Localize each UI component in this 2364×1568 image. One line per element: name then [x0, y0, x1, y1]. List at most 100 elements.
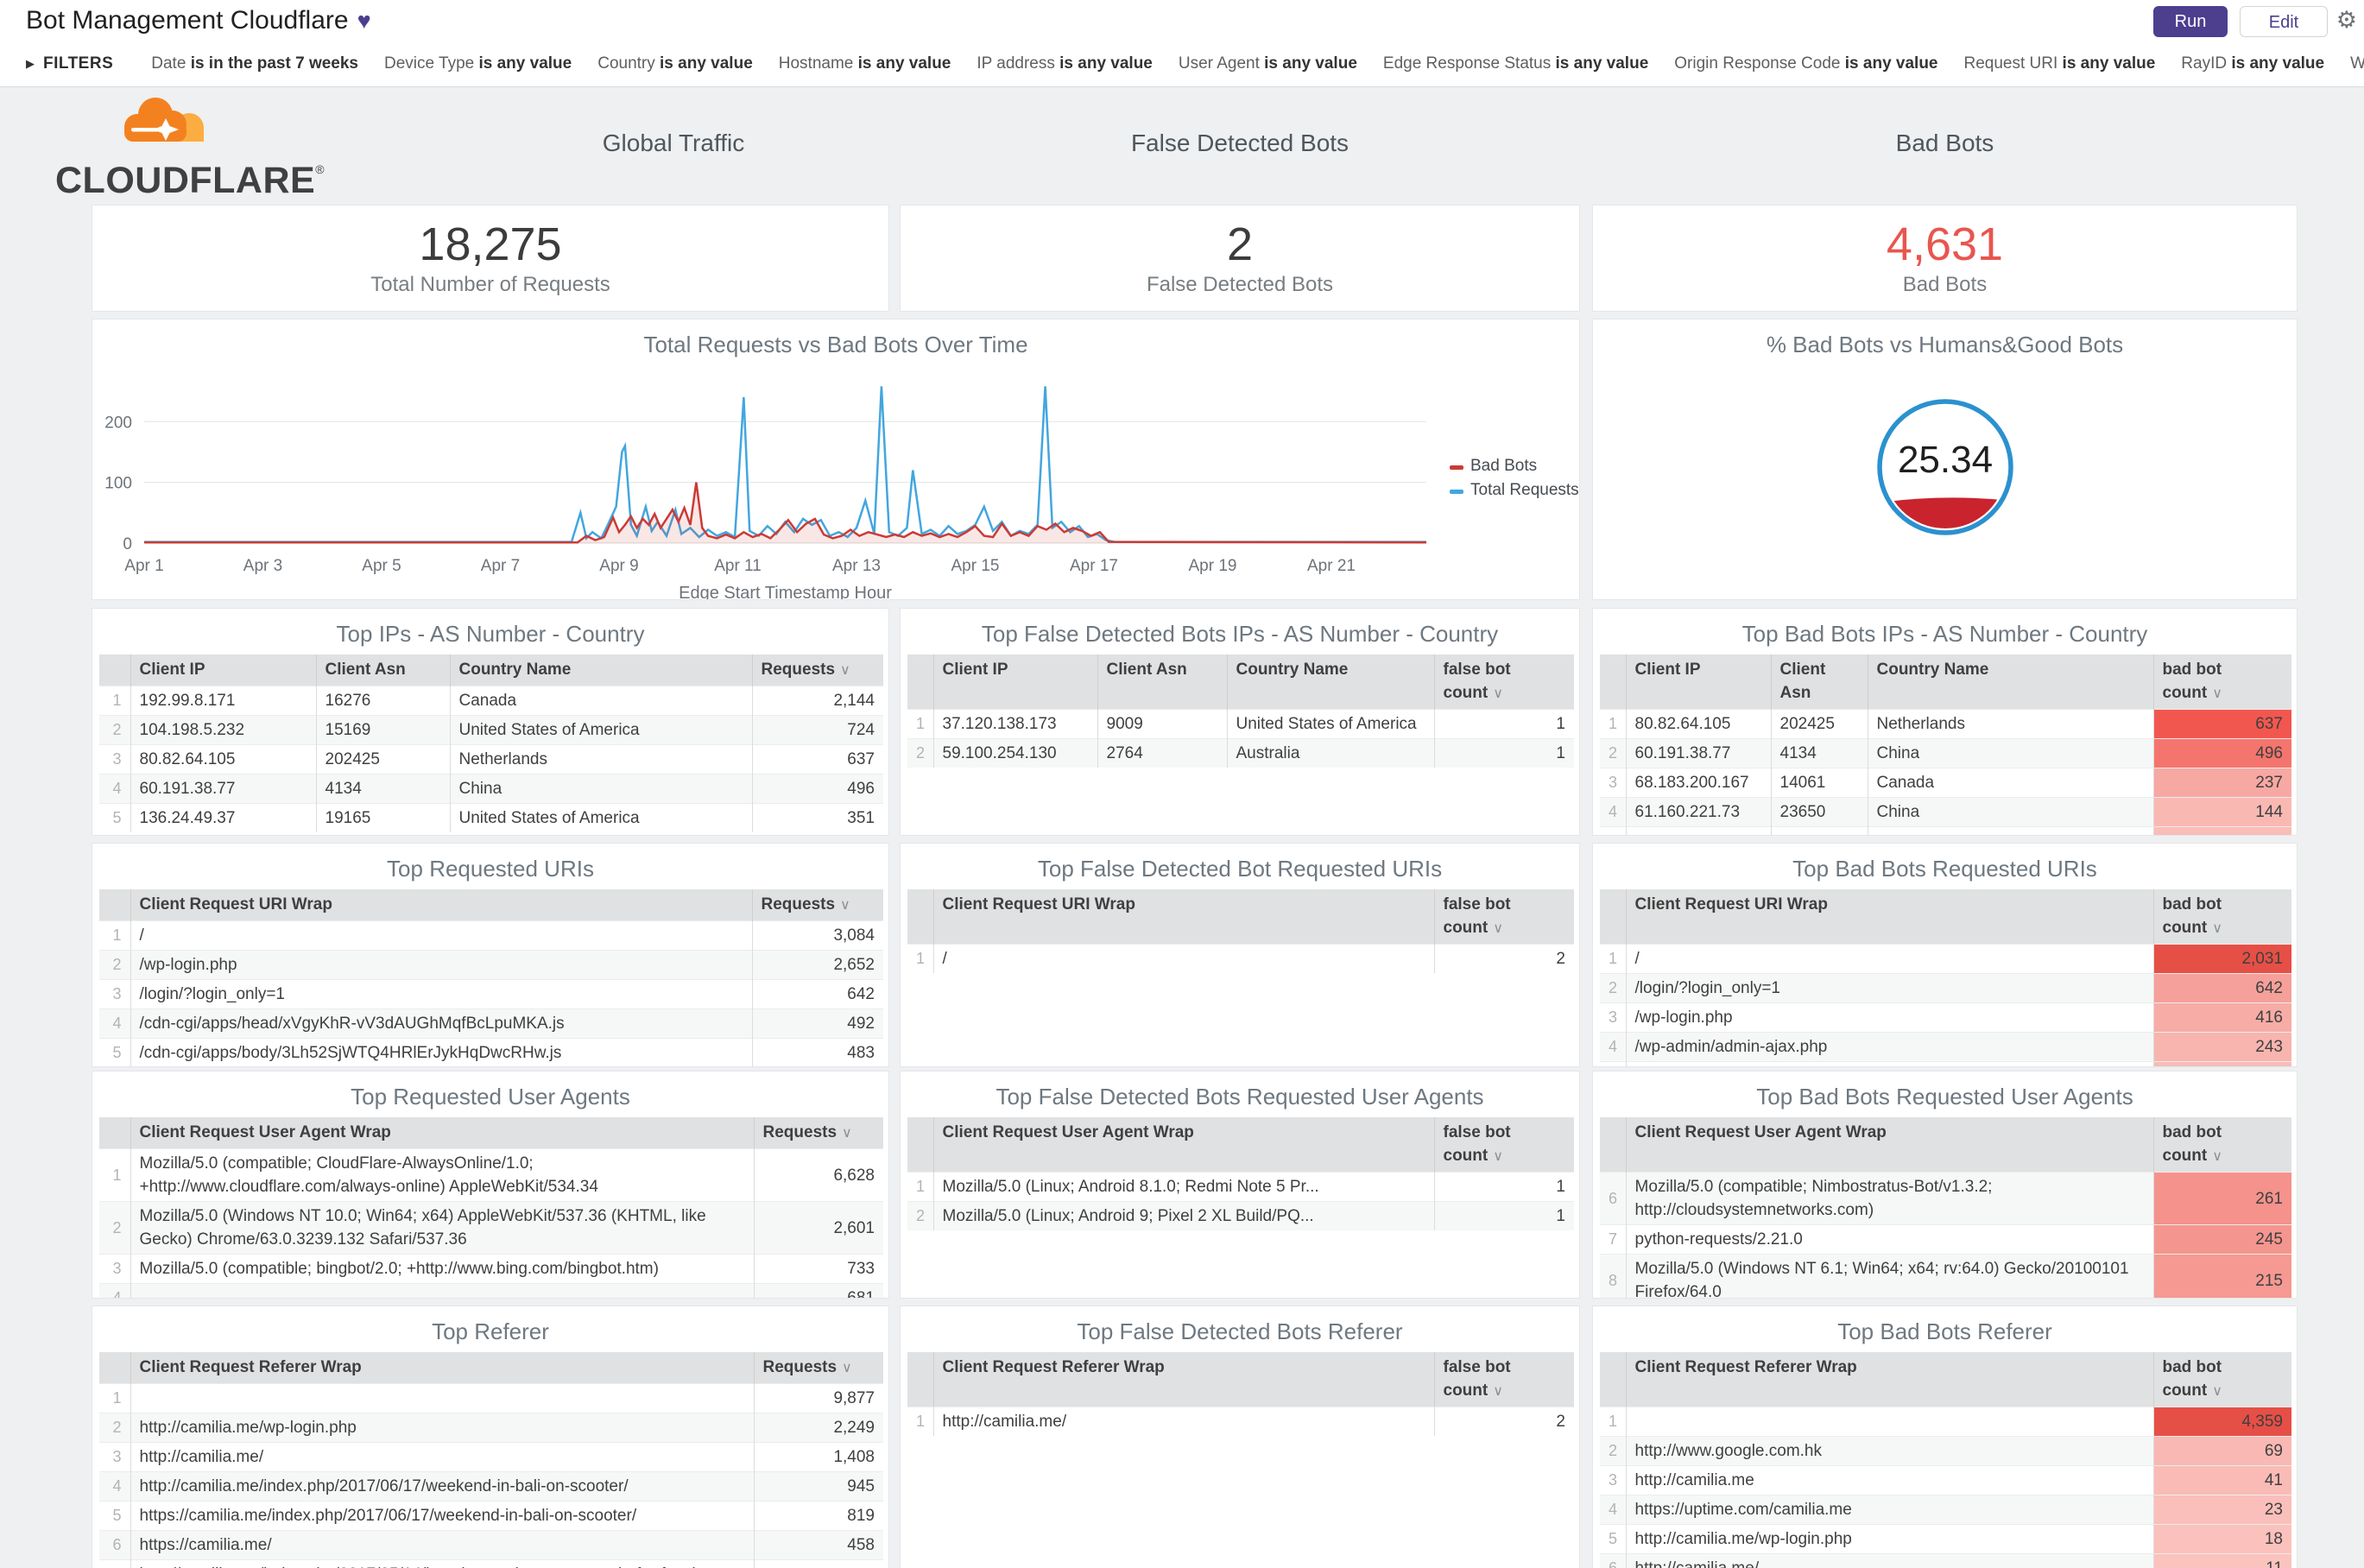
sort-desc-icon[interactable]: ∨: [840, 898, 850, 913]
table-row: 1 Mozilla/5.0 (compatible; CloudFlare-Alw…: [99, 1148, 883, 1202]
column-header[interactable]: false bot count ∨: [1433, 654, 1574, 710]
row-number: 4: [99, 1008, 130, 1039]
gauge-chart[interactable]: 25.34: [1593, 365, 2297, 599]
cell-ip: 80.82.64.105: [130, 744, 316, 775]
column-header[interactable]: Requests ∨: [751, 654, 883, 686]
filter-item[interactable]: Origin Response Code is any value: [1674, 54, 1937, 73]
cell-value: 2,601: [753, 1201, 883, 1255]
row-number: 1: [907, 1172, 933, 1202]
row-number: 3: [99, 1442, 130, 1472]
filter-item[interactable]: Hostname is any value: [779, 54, 951, 73]
column-header[interactable]: bad bot count ∨: [2152, 1117, 2291, 1173]
column-header[interactable]: bad bot count ∨: [2152, 1352, 2291, 1407]
column-header[interactable]: Client IP: [1625, 654, 1771, 710]
column-header[interactable]: bad bot count ∨: [2152, 889, 2291, 945]
sort-desc-icon[interactable]: ∨: [2212, 686, 2222, 701]
run-button[interactable]: Run: [2153, 6, 2228, 37]
column-header[interactable]: Client IP: [932, 654, 1097, 710]
sort-desc-icon[interactable]: ∨: [840, 663, 850, 678]
filter-item[interactable]: User Agent is any value: [1179, 54, 1357, 73]
card-title: Top Bad Bots Referer: [1837, 1318, 2052, 1344]
column-header[interactable]: false bot count ∨: [1433, 1352, 1574, 1407]
column-header[interactable]: Client Request User Agent Wrap: [130, 1117, 754, 1149]
cell-value: [2152, 826, 2291, 835]
cell-value: 215: [2152, 1254, 2291, 1298]
row-number: 6: [1600, 1553, 1626, 1568]
column-header[interactable]: Client Asn: [1770, 654, 1868, 710]
svg-text:Apr 17: Apr 17: [1070, 557, 1118, 575]
cell-value: 4,359: [2152, 1407, 2291, 1437]
row-number: 1: [1600, 944, 1626, 974]
filter-item[interactable]: Device Type is any value: [384, 54, 572, 73]
sort-desc-icon[interactable]: ∨: [1493, 1384, 1503, 1399]
edit-button[interactable]: Edit: [2240, 6, 2328, 37]
filters-expand-icon[interactable]: ▶: [26, 57, 35, 70]
svg-text:Apr 13: Apr 13: [832, 557, 881, 575]
row-number: 3: [1600, 768, 1626, 798]
filters-label[interactable]: FILTERS: [43, 54, 113, 73]
legend-item[interactable]: Total Requests: [1450, 481, 1579, 499]
row-number: 5: [99, 1501, 130, 1531]
table-row: 5/cdn-cgi/apps/body/3Lh52SjWTQ4HRlErJykH…: [99, 1038, 883, 1066]
row-number: 2: [1600, 973, 1626, 1003]
column-header[interactable]: Client Asn: [1097, 654, 1227, 710]
sort-desc-icon[interactable]: ∨: [2212, 1149, 2222, 1164]
svg-text:200: 200: [104, 414, 132, 432]
column-header[interactable]: Requests ∨: [751, 889, 883, 921]
kpi-value: 2: [1226, 218, 1254, 270]
timeseries-chart[interactable]: 0 100 200 Apr 1 Apr 3 Apr 5 Apr 7 Apr 9 Apr 11 Ap…: [92, 365, 1579, 599]
column-header[interactable]: Country Name: [449, 654, 752, 686]
cell-country: United States of America: [1226, 709, 1434, 739]
sort-desc-icon[interactable]: ∨: [2212, 921, 2222, 936]
column-header[interactable]: false bot count ∨: [1433, 889, 1574, 945]
column-header[interactable]: Client Request User Agent Wrap: [932, 1117, 1434, 1173]
column-header[interactable]: Client Request URI Wrap: [1625, 889, 2153, 945]
filter-item[interactable]: Country is any value: [597, 54, 753, 73]
sort-desc-icon[interactable]: ∨: [2212, 1384, 2222, 1399]
column-header[interactable]: Client Request URI Wrap: [130, 889, 752, 921]
column-header[interactable]: Client Request Referer Wrap: [932, 1352, 1434, 1407]
column-header[interactable]: Requests ∨: [753, 1352, 883, 1384]
gear-icon[interactable]: ⚙: [2336, 7, 2357, 34]
column-header[interactable]: Country Name: [1226, 654, 1434, 710]
cell-value: 243: [2152, 1032, 2291, 1062]
cell-uri: /wp-login.php: [1625, 1002, 2153, 1033]
svg-text:Apr 21: Apr 21: [1307, 557, 1356, 575]
table-row: 3/login/?login_only=1 642: [99, 979, 883, 1009]
legend-item[interactable]: Bad Bots: [1450, 457, 1537, 475]
filter-item[interactable]: RayID is any value: [2181, 54, 2324, 73]
filter-item[interactable]: Request URI is any value: [1964, 54, 2156, 73]
row-number: 2: [99, 950, 130, 980]
column-header[interactable]: Client IP: [130, 654, 316, 686]
sort-desc-icon[interactable]: ∨: [1493, 921, 1503, 936]
filter-item[interactable]: Edge Response Status is any value: [1383, 54, 1648, 73]
row-number: 2: [907, 738, 933, 768]
cell-value: 351: [751, 803, 883, 832]
column-header[interactable]: Country Name: [1867, 654, 2153, 710]
column-header[interactable]: Client Request Referer Wrap: [130, 1352, 754, 1384]
cell-value: 2,031: [2152, 944, 2291, 974]
column-header[interactable]: Client Asn: [315, 654, 450, 686]
row-number: 1: [1600, 709, 1626, 739]
filter-item[interactable]: IP address is any value: [977, 54, 1153, 73]
column-header[interactable]: false bot count ∨: [1433, 1117, 1574, 1173]
row-number: 3: [1600, 1002, 1626, 1033]
filter-item[interactable]: Worker Subrequest is...: [2350, 54, 2364, 73]
sort-desc-icon[interactable]: ∨: [1493, 1149, 1503, 1164]
cell-uri: /wp-login.php: [130, 950, 752, 980]
column-header[interactable]: Requests ∨: [753, 1117, 883, 1149]
sort-desc-icon[interactable]: ∨: [842, 1361, 852, 1375]
column-header[interactable]: bad bot count ∨: [2152, 654, 2291, 710]
table-row: 8 Mozilla/5.0 (Windows NT 6.1; Win64; x64…: [1600, 1254, 2291, 1298]
sort-desc-icon[interactable]: ∨: [1493, 686, 1503, 701]
svg-text:25.34: 25.34: [1898, 439, 1993, 481]
cell-ip: 68.183.200.167: [1625, 768, 1771, 798]
column-header[interactable]: Client Request Referer Wrap: [1625, 1352, 2153, 1407]
filter-item[interactable]: Date is in the past 7 weeks: [151, 54, 358, 73]
cell-uri: /: [932, 944, 1434, 973]
column-header[interactable]: Client Request URI Wrap: [932, 889, 1434, 945]
cell-ip: 59.100.254.130: [932, 738, 1097, 768]
sort-desc-icon[interactable]: ∨: [842, 1126, 852, 1141]
column-header[interactable]: Client Request User Agent Wrap: [1625, 1117, 2153, 1173]
card-title: Top False Detected Bot Requested URIs: [1037, 856, 1443, 882]
